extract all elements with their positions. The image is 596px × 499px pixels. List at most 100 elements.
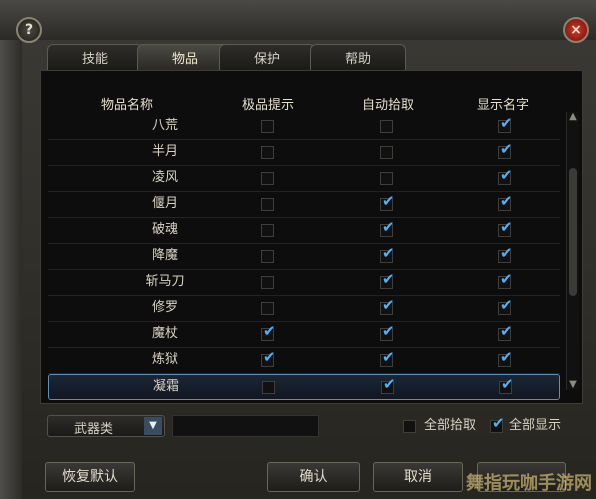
rare-checkbox[interactable] [261, 250, 274, 263]
pickup-checkbox[interactable]: ✔ [380, 348, 395, 367]
check-icon: ✔ [382, 348, 395, 366]
table-row[interactable]: 魔杖 ✔ ✔ ✔ [48, 322, 560, 348]
table-row[interactable]: 凝霜 ✔ ✔ [48, 374, 560, 400]
pickup-checkbox[interactable]: ✔ [380, 244, 395, 263]
show-checkbox[interactable]: ✔ [498, 218, 513, 237]
cancel-button[interactable]: 取消 [373, 462, 463, 492]
confirm-button[interactable]: 确认 [267, 462, 360, 492]
select-all-pickup-checkbox[interactable] [403, 420, 416, 433]
tab-skills[interactable]: 技能 [47, 44, 143, 70]
rare-checkbox[interactable] [262, 381, 275, 394]
scroll-down-icon[interactable]: ▼ [567, 380, 579, 390]
check-icon: ✔ [500, 348, 513, 366]
show-checkbox[interactable]: ✔ [498, 322, 513, 341]
item-category-dropdown[interactable]: 武器类 ▼ [47, 415, 165, 437]
item-name: 八荒 [151, 118, 178, 133]
header-item-name: 物品名称 [100, 98, 153, 113]
item-name: 修罗 [151, 300, 178, 315]
show-checkbox[interactable]: ✔ [499, 375, 514, 394]
table-row[interactable]: 斩马刀 ✔ ✔ [48, 270, 560, 296]
table-row[interactable]: 半月 ✔ [48, 140, 560, 166]
pickup-checkbox[interactable]: ✔ [380, 270, 395, 289]
check-icon: ✔ [383, 375, 396, 393]
close-icon: × [570, 22, 582, 38]
table-row[interactable]: 炼狱 ✔ ✔ ✔ [48, 348, 560, 374]
pickup-checkbox[interactable] [380, 120, 393, 133]
tab-protection[interactable]: 保护 [219, 44, 315, 70]
window-left-border [0, 40, 22, 499]
show-checkbox[interactable]: ✔ [498, 166, 513, 185]
pickup-checkbox[interactable]: ✔ [380, 296, 395, 315]
check-icon: ✔ [500, 296, 513, 314]
check-icon: ✔ [500, 322, 513, 340]
table-row[interactable]: 偃月 ✔ ✔ [48, 192, 560, 218]
check-icon: ✔ [501, 375, 514, 393]
check-icon: ✔ [500, 140, 513, 158]
rare-checkbox[interactable] [261, 302, 274, 315]
show-checkbox[interactable]: ✔ [498, 114, 513, 133]
pickup-checkbox[interactable]: ✔ [380, 322, 395, 341]
item-search-input[interactable] [172, 415, 319, 437]
item-name: 破魂 [151, 222, 178, 237]
show-checkbox[interactable]: ✔ [498, 194, 513, 211]
pickup-checkbox[interactable] [380, 172, 393, 185]
table-row[interactable]: 修罗 ✔ ✔ [48, 296, 560, 322]
table-row[interactable]: 凌风 ✔ [48, 166, 560, 192]
item-name: 斩马刀 [145, 274, 185, 289]
rare-checkbox[interactable] [261, 120, 274, 133]
pickup-checkbox[interactable] [380, 146, 393, 159]
show-checkbox[interactable]: ✔ [498, 348, 513, 367]
select-all-pickup-label: 全部拾取 [424, 418, 477, 433]
table-row[interactable]: 破魂 ✔ ✔ [48, 218, 560, 244]
check-icon: ✔ [500, 166, 513, 184]
rare-checkbox[interactable]: ✔ [261, 324, 276, 341]
check-icon: ✔ [500, 114, 513, 132]
check-icon: ✔ [382, 270, 395, 288]
select-all-show-checkbox[interactable]: ✔ [490, 414, 505, 433]
rare-checkbox[interactable] [261, 224, 274, 237]
check-icon: ✔ [382, 296, 395, 314]
item-name: 魔杖 [151, 326, 178, 341]
header-rare-alert: 极品提示 [241, 98, 294, 113]
header-auto-pickup: 自动拾取 [361, 98, 414, 113]
check-icon: ✔ [382, 244, 395, 262]
help-button[interactable]: ? [16, 17, 42, 43]
item-name: 半月 [151, 144, 178, 159]
tab-help[interactable]: 帮助 [310, 44, 406, 70]
rare-checkbox[interactable]: ✔ [261, 348, 276, 367]
rare-checkbox[interactable] [261, 146, 274, 159]
item-name: 凝霜 [152, 379, 179, 394]
item-name: 凌风 [151, 170, 178, 185]
show-checkbox[interactable]: ✔ [498, 140, 513, 159]
rare-checkbox[interactable] [261, 276, 274, 289]
rare-checkbox[interactable] [261, 172, 274, 185]
question-icon: ? [24, 22, 34, 38]
check-icon: ✔ [263, 348, 276, 366]
check-icon: ✔ [382, 322, 395, 340]
check-icon: ✔ [500, 270, 513, 288]
show-checkbox[interactable]: ✔ [498, 296, 513, 315]
check-icon: ✔ [500, 244, 513, 262]
pickup-checkbox[interactable]: ✔ [381, 375, 396, 394]
check-icon: ✔ [382, 192, 395, 210]
item-name: 降魔 [151, 248, 178, 263]
scroll-up-icon[interactable]: ▲ [567, 112, 579, 122]
show-checkbox[interactable]: ✔ [498, 270, 513, 289]
scrollbar-thumb[interactable] [569, 168, 577, 296]
item-name: 炼狱 [151, 352, 178, 367]
chevron-down-icon[interactable]: ▼ [144, 417, 162, 435]
show-checkbox[interactable]: ✔ [498, 244, 513, 263]
check-icon: ✔ [500, 218, 513, 236]
item-name: 偃月 [151, 196, 178, 211]
window-titlebar [0, 0, 596, 40]
pickup-checkbox[interactable]: ✔ [380, 220, 395, 237]
item-list-scrollbar[interactable]: ▲ ▼ [566, 112, 579, 390]
rare-checkbox[interactable] [261, 198, 274, 211]
check-icon: ✔ [492, 414, 505, 432]
pickup-checkbox[interactable]: ✔ [380, 192, 395, 211]
reset-default-button[interactable]: 恢复默认 [45, 462, 135, 492]
select-all-show-label: 全部显示 [509, 418, 562, 433]
close-button[interactable]: × [563, 17, 589, 43]
table-row[interactable]: 八荒 ✔ [48, 114, 560, 140]
table-row[interactable]: 降魔 ✔ ✔ [48, 244, 560, 270]
